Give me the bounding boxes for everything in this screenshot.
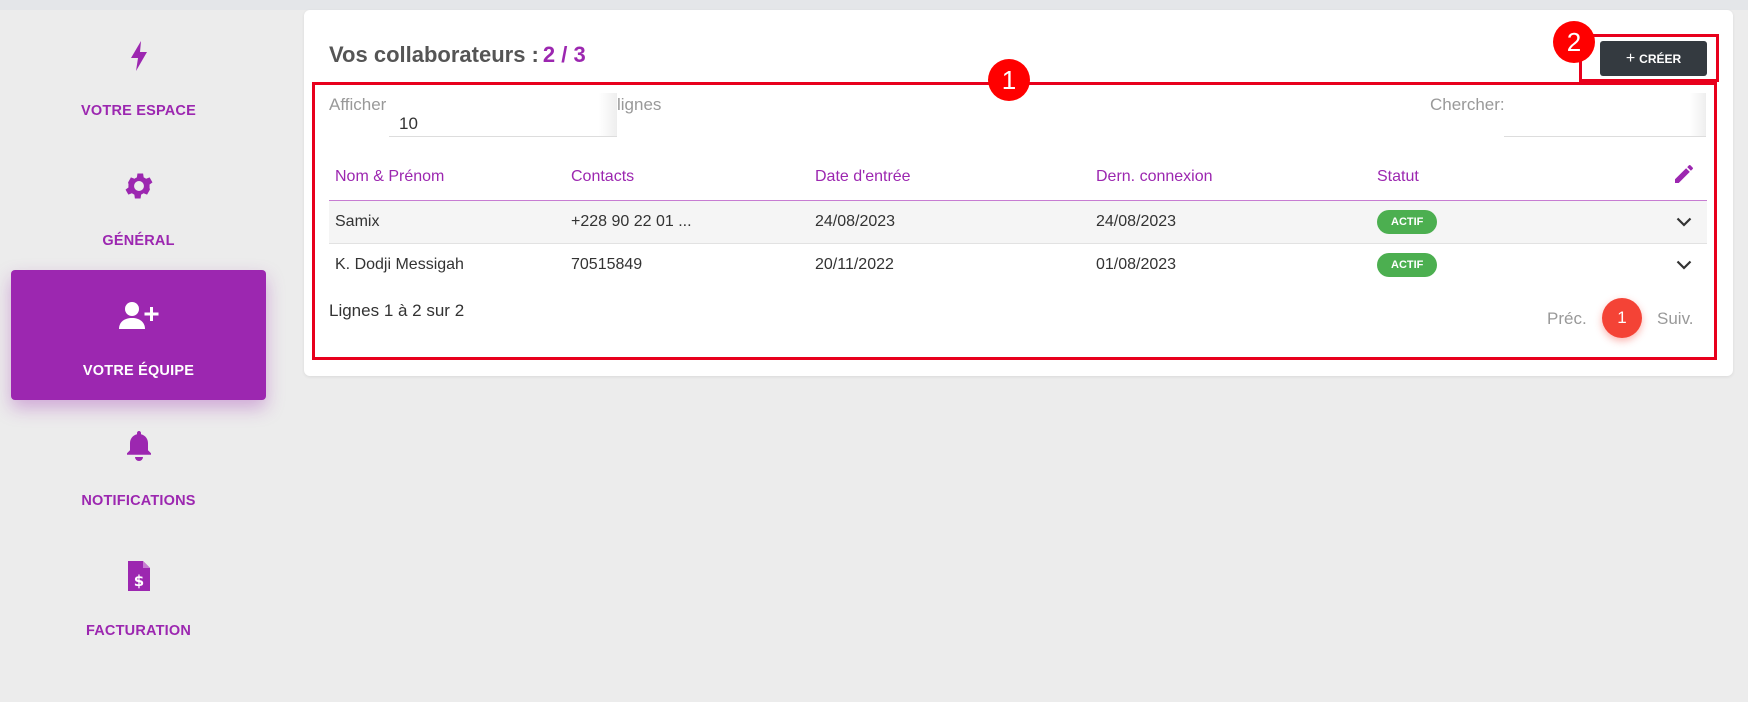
page-title: Vos collaborateurs :2 / 3 — [329, 42, 586, 68]
gear-icon — [11, 168, 266, 204]
sidebar-item-label: VOTRE ÉQUIPE — [82, 363, 195, 379]
collaborator-count: 2 / 3 — [542, 42, 586, 67]
table-row[interactable]: K. Dodji Messigah 70515849 20/11/2022 01… — [329, 243, 1707, 286]
cell-last-login: 24/08/2023 — [1090, 200, 1371, 244]
cell-name: Samix — [329, 200, 565, 244]
cell-status: ACTIF — [1371, 200, 1661, 244]
cell-name: K. Dodji Messigah — [335, 255, 464, 273]
column-header-actions — [1661, 154, 1707, 201]
collaborators-table: Nom & Prénom Contacts Date d'entrée Dern… — [329, 154, 1707, 286]
cell-contact: +228 90 22 01 ... — [565, 200, 809, 244]
collaborators-card: Vos collaborateurs :2 / 3 + CRÉER 1 2 Af… — [304, 10, 1733, 376]
top-strip — [0, 0, 1748, 10]
pagination-next[interactable]: Suiv. — [1657, 309, 1694, 329]
chevron-down-icon[interactable] — [1673, 211, 1695, 233]
table-row[interactable]: Samix +228 90 22 01 ... 24/08/2023 24/08… — [329, 200, 1707, 244]
sidebar-item-label: FACTURATION — [85, 623, 192, 639]
lines-label: lignes — [617, 95, 662, 114]
sidebar-item-facturation[interactable]: $ FACTURATION — [11, 530, 266, 660]
show-label: Afficher — [329, 95, 387, 114]
column-header-entry-date[interactable]: Date d'entrée — [809, 154, 1090, 201]
page-title-text: Vos collaborateurs : — [329, 42, 539, 67]
search-label: Chercher: — [1430, 95, 1505, 114]
chevron-down-icon[interactable] — [1673, 254, 1695, 276]
edit-pencil-icon[interactable] — [1672, 165, 1696, 190]
page-length-select[interactable] — [389, 93, 617, 137]
lightning-bolt-icon — [11, 38, 266, 74]
sidebar-item-votre-espace[interactable]: VOTRE ESPACE — [11, 10, 266, 140]
annotation-frame-2 — [1579, 34, 1719, 82]
sidebar-item-votre-equipe[interactable]: VOTRE ÉQUIPE — [11, 270, 266, 400]
column-header-contacts[interactable]: Contacts — [565, 154, 809, 201]
cell-expand — [1661, 200, 1707, 244]
cell-contact: 70515849 — [571, 255, 643, 273]
sidebar-item-label: VOTRE ESPACE — [81, 103, 196, 119]
cell-entry-date: 24/08/2023 — [809, 200, 1090, 244]
sidebar-item-general[interactable]: GÉNÉRAL — [11, 140, 266, 270]
annotation-marker-2: 2 — [1553, 21, 1595, 63]
search-input[interactable] — [1504, 93, 1706, 137]
cell-last-login: 01/08/2023 — [1096, 255, 1177, 273]
bell-icon — [11, 428, 266, 464]
table-header-row: Nom & Prénom Contacts Date d'entrée Dern… — [329, 154, 1707, 201]
annotation-marker-1: 1 — [988, 59, 1030, 101]
status-badge: ACTIF — [1377, 252, 1438, 277]
column-header-status[interactable]: Statut — [1371, 154, 1661, 201]
sidebar-item-label: NOTIFICATIONS — [81, 493, 196, 509]
sidebar-item-label: GÉNÉRAL — [102, 233, 175, 249]
svg-text:$: $ — [133, 572, 143, 590]
sidebar: VOTRE ESPACE GÉNÉRAL VOTRE ÉQUIPE NOTIFI… — [0, 10, 280, 702]
status-badge: ACTIF — [1377, 209, 1438, 234]
table-info: Lignes 1 à 2 sur 2 — [329, 301, 465, 320]
invoice-dollar-icon: $ — [11, 558, 266, 594]
sidebar-item-notifications[interactable]: NOTIFICATIONS — [11, 400, 266, 530]
cell-status: ACTIF — [1371, 243, 1661, 286]
pagination-page-1[interactable]: 1 — [1602, 298, 1642, 338]
column-header-last-login[interactable]: Dern. connexion — [1090, 154, 1371, 201]
cell-expand — [1661, 243, 1707, 286]
pagination-prev[interactable]: Préc. — [1547, 309, 1587, 329]
cell-entry-date: 20/11/2022 — [815, 255, 894, 273]
column-header-name[interactable]: Nom & Prénom — [329, 154, 565, 201]
user-plus-icon — [11, 298, 266, 334]
